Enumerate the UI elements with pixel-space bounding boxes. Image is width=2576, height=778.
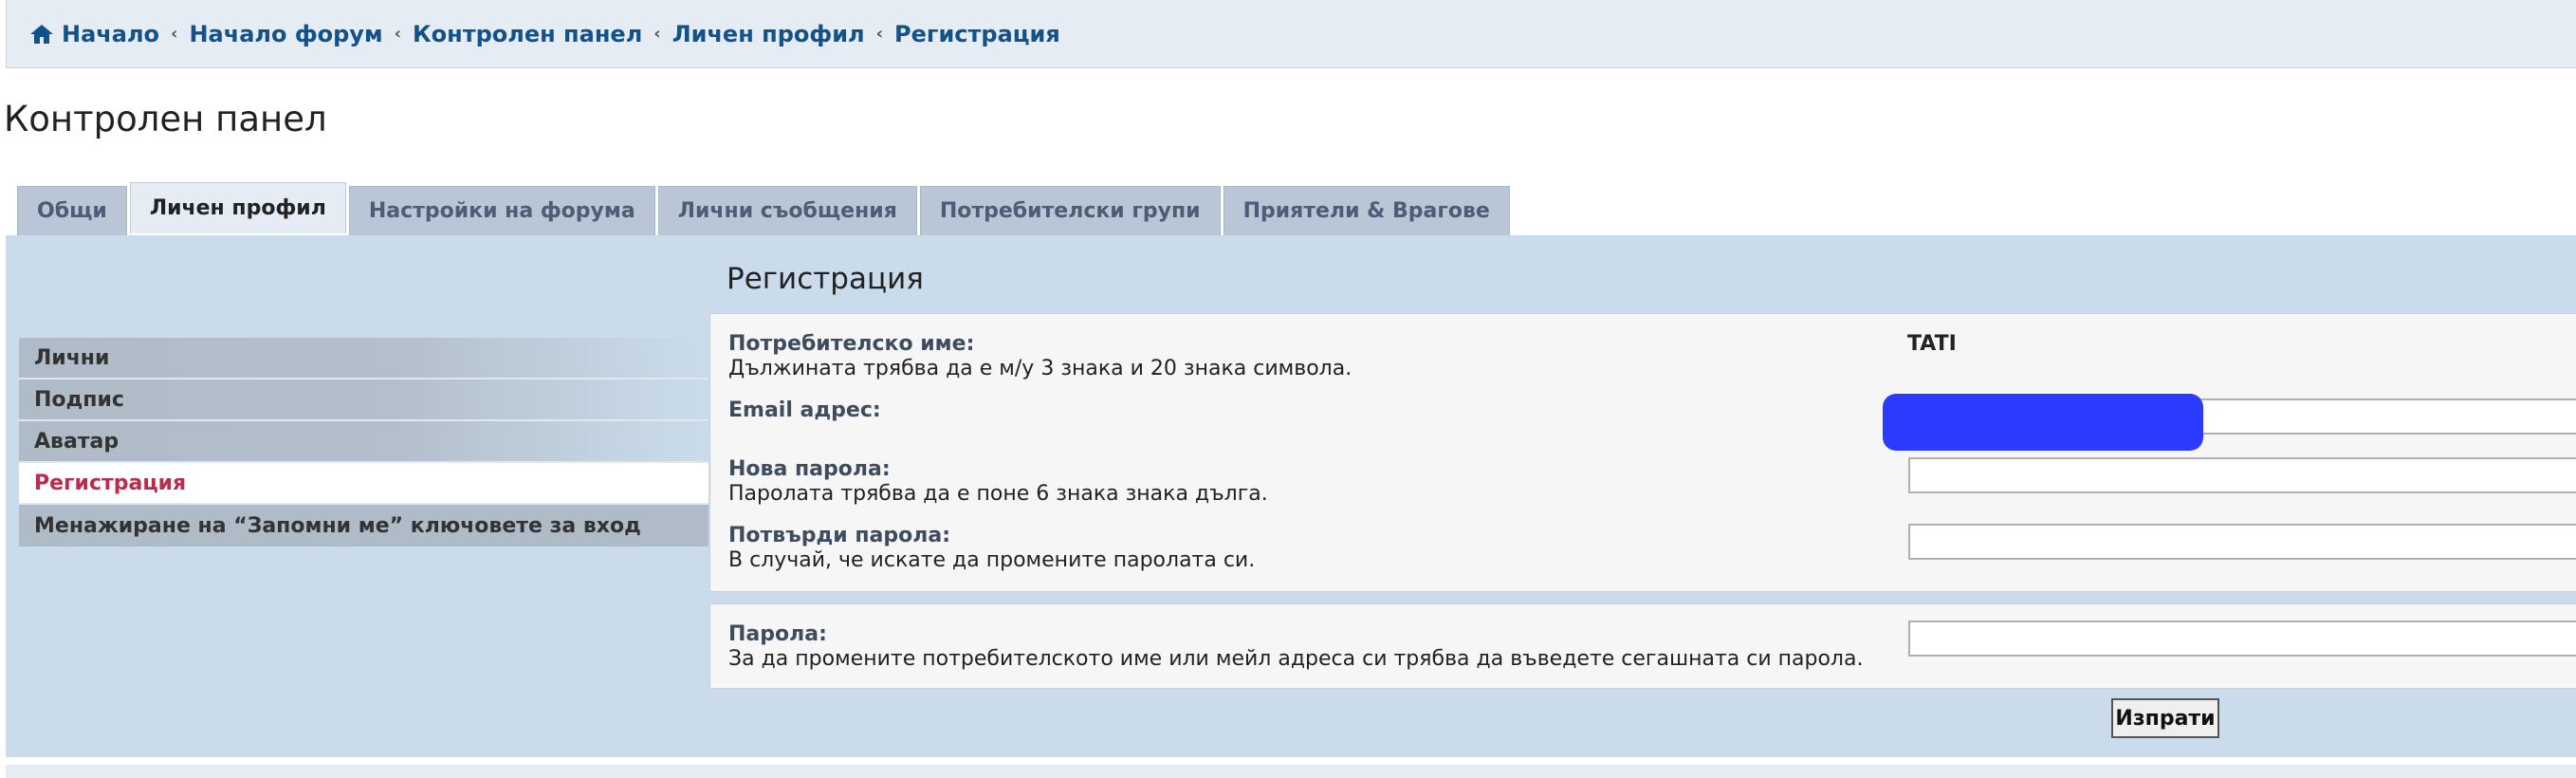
new-password-label: Нова парола:	[728, 457, 891, 481]
username-label: Потребителско име:	[728, 332, 975, 356]
breadcrumb: Начало ‹ Начало форум ‹ Контролен панел …	[6, 0, 2576, 68]
chevron-left-icon: ‹	[394, 24, 401, 44]
redaction-block	[1883, 394, 2203, 451]
confirm-password-hint: В случай, че искате да промените паролат…	[728, 548, 1256, 572]
tab-user-groups[interactable]: Потребителски групи	[919, 186, 1221, 235]
sidebar-item-signature[interactable]: Подпис	[19, 380, 708, 421]
breadcrumb-control-panel[interactable]: Контролен панел	[413, 21, 642, 47]
breadcrumb-forum-home[interactable]: Начало форум	[189, 21, 382, 47]
email-label: Email адрес:	[728, 398, 881, 422]
page-title: Контролен панел	[4, 99, 327, 139]
breadcrumb-profile[interactable]: Личен профил	[672, 21, 865, 47]
username-hint: Дължината трябва да е м/у 3 знака и 20 з…	[728, 357, 1352, 380]
tab-profile[interactable]: Личен профил	[129, 182, 346, 233]
sidebar-item-registration[interactable]: Регистрация	[19, 463, 708, 505]
confirm-password-label: Потвърди парола:	[728, 524, 950, 547]
current-password-field[interactable]	[1908, 621, 2576, 657]
chevron-left-icon: ‹	[171, 24, 178, 44]
tab-private-messages[interactable]: Лични съобщения	[657, 186, 917, 235]
confirm-password-field[interactable]	[1908, 524, 2576, 560]
breadcrumb-registration[interactable]: Регистрация	[894, 21, 1060, 47]
home-icon	[30, 24, 53, 44]
sidebar-item-remember-me-keys[interactable]: Менажиране на “Запомни ме” ключовете за …	[19, 505, 708, 546]
current-password-hint: За да промените потребителското име или …	[728, 647, 1864, 671]
sidebar-item-personal[interactable]: Лични	[19, 338, 708, 380]
chevron-left-icon: ‹	[653, 24, 661, 44]
new-password-hint: Паролата трябва да е поне 6 знака знака …	[728, 482, 1268, 506]
submit-button[interactable]: Изпрати	[2111, 698, 2219, 738]
tab-friends-foes[interactable]: Приятели & Врагове	[1223, 186, 1510, 235]
chevron-left-icon: ‹	[875, 24, 884, 44]
profile-side-menu: Лични Подпис Аватар Регистрация Менажира…	[19, 338, 708, 546]
new-password-field[interactable]	[1908, 457, 2576, 493]
tab-bar: Общи Личен профил Настройки на форума Ли…	[17, 182, 1513, 235]
tab-general[interactable]: Общи	[17, 186, 127, 235]
current-password-label: Парола:	[728, 622, 827, 646]
breadcrumb-home[interactable]: Начало	[62, 21, 159, 47]
sidebar-item-avatar[interactable]: Аватар	[19, 421, 708, 463]
tab-forum-settings[interactable]: Настройки на форума	[348, 186, 655, 235]
section-title: Регистрация	[727, 262, 924, 296]
username-value: TATI	[1907, 332, 1957, 356]
